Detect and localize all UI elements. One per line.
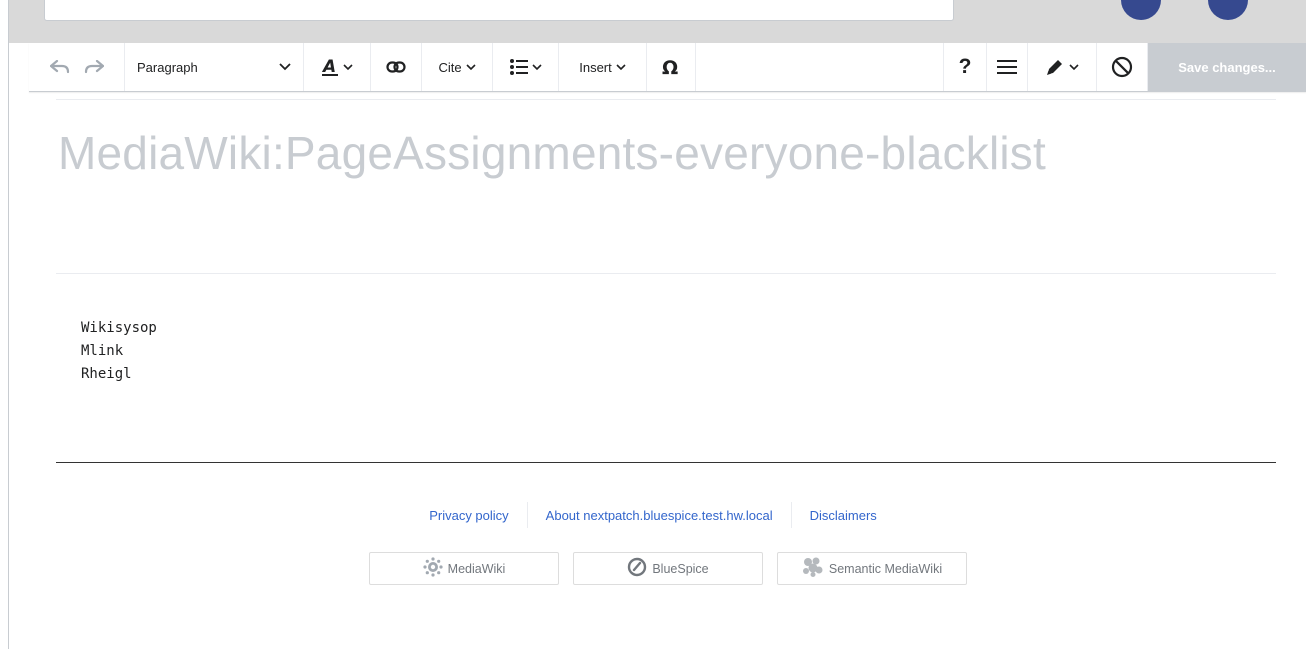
disclaimers-link[interactable]: Disclaimers [792, 508, 895, 523]
title-top-divider [56, 99, 1276, 100]
chevron-down-icon [1069, 43, 1079, 91]
bullet-list-icon [509, 43, 528, 91]
semantic-mediawiki-badge[interactable]: Semantic MediaWiki [777, 552, 967, 585]
page-content[interactable]: Wikisysop Mlink Rheigl [81, 317, 157, 386]
page-title: MediaWiki:PageAssignments-everyone-black… [58, 127, 1046, 179]
footer-divider [56, 462, 1276, 463]
content-line: Rheigl [81, 366, 132, 382]
mediawiki-badge-label: MediaWiki [447, 561, 506, 576]
pencil-icon [1045, 43, 1065, 91]
link-button[interactable] [371, 43, 422, 91]
history-group [29, 43, 125, 91]
semantic-mediawiki-badge-label: Semantic MediaWiki [828, 561, 943, 576]
format-dropdown[interactable]: Paragraph [125, 43, 304, 91]
bluespice-logo-icon [627, 557, 647, 580]
chevron-down-icon [616, 43, 626, 91]
content-line: Mlink [81, 343, 124, 359]
insert-button[interactable]: Insert [559, 43, 647, 91]
cite-label: Cite [438, 59, 462, 75]
content-line: Wikisysop [81, 320, 157, 336]
page-options-button[interactable] [987, 43, 1028, 91]
mediawiki-logo-icon [423, 557, 443, 580]
bluespice-badge[interactable]: BlueSpice [573, 552, 763, 585]
cancel-button[interactable] [1097, 43, 1148, 91]
title-bottom-divider [56, 273, 1276, 274]
cite-button[interactable]: Cite [422, 43, 493, 91]
chevron-down-icon [279, 43, 303, 91]
editor-toolbar: Paragraph A Cite Insert Ω ? Save changes… [29, 43, 1306, 92]
privacy-policy-link[interactable]: Privacy policy [411, 508, 526, 523]
insert-label: Insert [579, 59, 612, 75]
search-input[interactable] [44, 0, 954, 21]
format-label: Paragraph [137, 59, 198, 75]
save-changes-button[interactable]: Save changes... [1148, 43, 1306, 91]
mediawiki-badge[interactable]: MediaWiki [369, 552, 559, 585]
cancel-icon [1111, 43, 1133, 91]
link-icon [386, 43, 406, 91]
help-button[interactable]: ? [944, 43, 987, 91]
menu-icon [997, 43, 1017, 91]
chevron-down-icon [531, 43, 542, 91]
footer-links: Privacy policy About nextpatch.bluespice… [0, 502, 1306, 528]
redo-icon[interactable] [84, 43, 104, 91]
semantic-mediawiki-logo-icon [802, 557, 824, 580]
chevron-down-icon [343, 43, 353, 91]
switch-editor-button[interactable] [1028, 43, 1097, 91]
special-character-button[interactable]: Ω [647, 43, 696, 91]
footer-badges: MediaWiki BlueSpice Semantic MediaWiki [0, 552, 1306, 585]
text-style-icon: A [321, 43, 339, 91]
text-style-button[interactable]: A [304, 43, 371, 91]
list-button[interactable] [493, 43, 559, 91]
svg-text:Ω: Ω [662, 58, 678, 76]
toolbar-spacer [696, 43, 944, 91]
omega-icon: Ω [662, 43, 680, 91]
undo-icon[interactable] [49, 43, 70, 91]
bluespice-badge-label: BlueSpice [652, 561, 709, 576]
help-icon: ? [958, 55, 972, 78]
about-link[interactable]: About nextpatch.bluespice.test.hw.local [528, 508, 791, 523]
chevron-down-icon [465, 43, 476, 91]
